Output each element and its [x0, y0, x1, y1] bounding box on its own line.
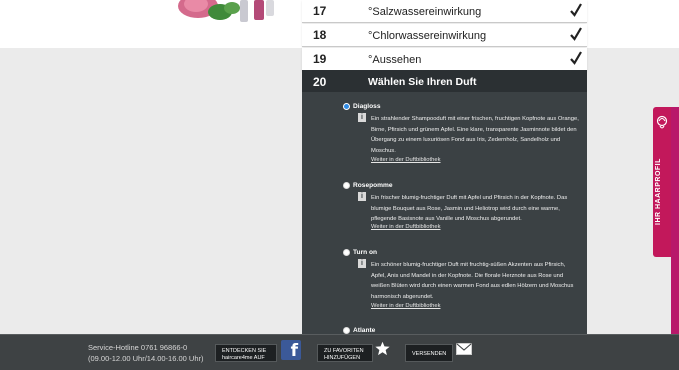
- checkmark-icon: [570, 51, 582, 65]
- hair-profile-tab[interactable]: IHR HAARPROFIL: [653, 107, 671, 257]
- send-button-label: VERSENDEN: [412, 351, 447, 357]
- radio-button-selected[interactable]: [343, 103, 350, 110]
- step-number: 19: [313, 52, 327, 66]
- step-number: 20: [313, 75, 327, 89]
- favorites-button-label: ZU FAVORITEN HINZUFÜGEN: [324, 348, 364, 361]
- scent-radio-label[interactable]: Atlante: [343, 327, 376, 334]
- scent-name: Turn on: [353, 249, 378, 256]
- facebook-button-label: ENTDECKEN SIE haircare4me AUF: [222, 348, 267, 361]
- star-icon[interactable]: [375, 341, 390, 356]
- fragrance-library-link[interactable]: Weiter in der Duftbibliothek: [371, 303, 441, 309]
- scent-name: Rosepomme: [353, 182, 393, 189]
- step-label: °Aussehen: [368, 54, 422, 66]
- footer-bar: Service-Hotline 0761 96866-0 (09.00-12.0…: [0, 334, 679, 370]
- info-icon[interactable]: i: [358, 192, 366, 201]
- send-button[interactable]: VERSENDEN: [405, 344, 453, 362]
- info-icon[interactable]: i: [358, 259, 366, 268]
- fragrance-library-link[interactable]: Weiter in der Duftbibliothek: [371, 224, 441, 230]
- scent-radio-label[interactable]: Turn on: [343, 249, 378, 256]
- step-19-row[interactable]: 19 °Aussehen: [302, 48, 587, 71]
- service-hotline: Service-Hotline 0761 96866-0 (09.00-12.0…: [88, 342, 204, 364]
- facebook-icon[interactable]: f: [281, 340, 301, 361]
- step-number: 18: [313, 28, 327, 42]
- scent-description: Ein schöner blumig-fruchtiger Duft mit f…: [371, 262, 574, 301]
- checkmark-icon: [570, 3, 582, 17]
- hotline-hours: (09.00-12.00 Uhr/14.00-16.00 Uhr): [88, 354, 204, 363]
- scent-description: Ein strahlender Shampooduft mit einer fr…: [371, 116, 579, 155]
- add-to-favorites-button[interactable]: ZU FAVORITEN HINZUFÜGEN: [317, 344, 373, 362]
- step-20-header: 20 Wählen Sie Ihren Duft: [302, 70, 587, 92]
- step-title: Wählen Sie Ihren Duft: [368, 76, 477, 88]
- radio-button[interactable]: [343, 327, 350, 334]
- step-number: 17: [313, 4, 327, 18]
- radio-button[interactable]: [343, 249, 350, 256]
- step-list: 17 °Salzwassereinwirkung 18 °Chlorwasser…: [302, 0, 587, 72]
- scent-name: Diagloss: [353, 103, 381, 110]
- step-17-row[interactable]: 17 °Salzwassereinwirkung: [302, 0, 587, 23]
- product-hero-image: [178, 0, 274, 22]
- scent-name: Atlante: [353, 327, 376, 334]
- radio-button[interactable]: [343, 182, 350, 189]
- checkmark-icon: [570, 27, 582, 41]
- step-label: °Chlorwassereinwirkung: [368, 30, 487, 42]
- facebook-button[interactable]: ENTDECKEN SIE haircare4me AUF: [215, 344, 277, 362]
- side-accent-strip: [671, 107, 679, 337]
- scent-radio-label[interactable]: Diagloss: [343, 103, 381, 110]
- scent-selection-panel: 20 Wählen Sie Ihren Duft Diagloss i Ein …: [302, 70, 587, 335]
- scent-radio-label[interactable]: Rosepomme: [343, 182, 393, 189]
- hotline-number: Service-Hotline 0761 96866-0: [88, 343, 188, 352]
- step-label: °Salzwassereinwirkung: [368, 6, 482, 18]
- hair-profile-tab-label: IHR HAARPROFIL: [655, 158, 662, 225]
- fragrance-library-link[interactable]: Weiter in der Duftbibliothek: [371, 157, 441, 163]
- info-icon[interactable]: i: [358, 113, 366, 122]
- mail-icon[interactable]: [456, 343, 472, 355]
- step-18-row[interactable]: 18 °Chlorwassereinwirkung: [302, 24, 587, 47]
- scent-description: Ein frischer blumig-fruchtiger Duft mit …: [371, 195, 568, 223]
